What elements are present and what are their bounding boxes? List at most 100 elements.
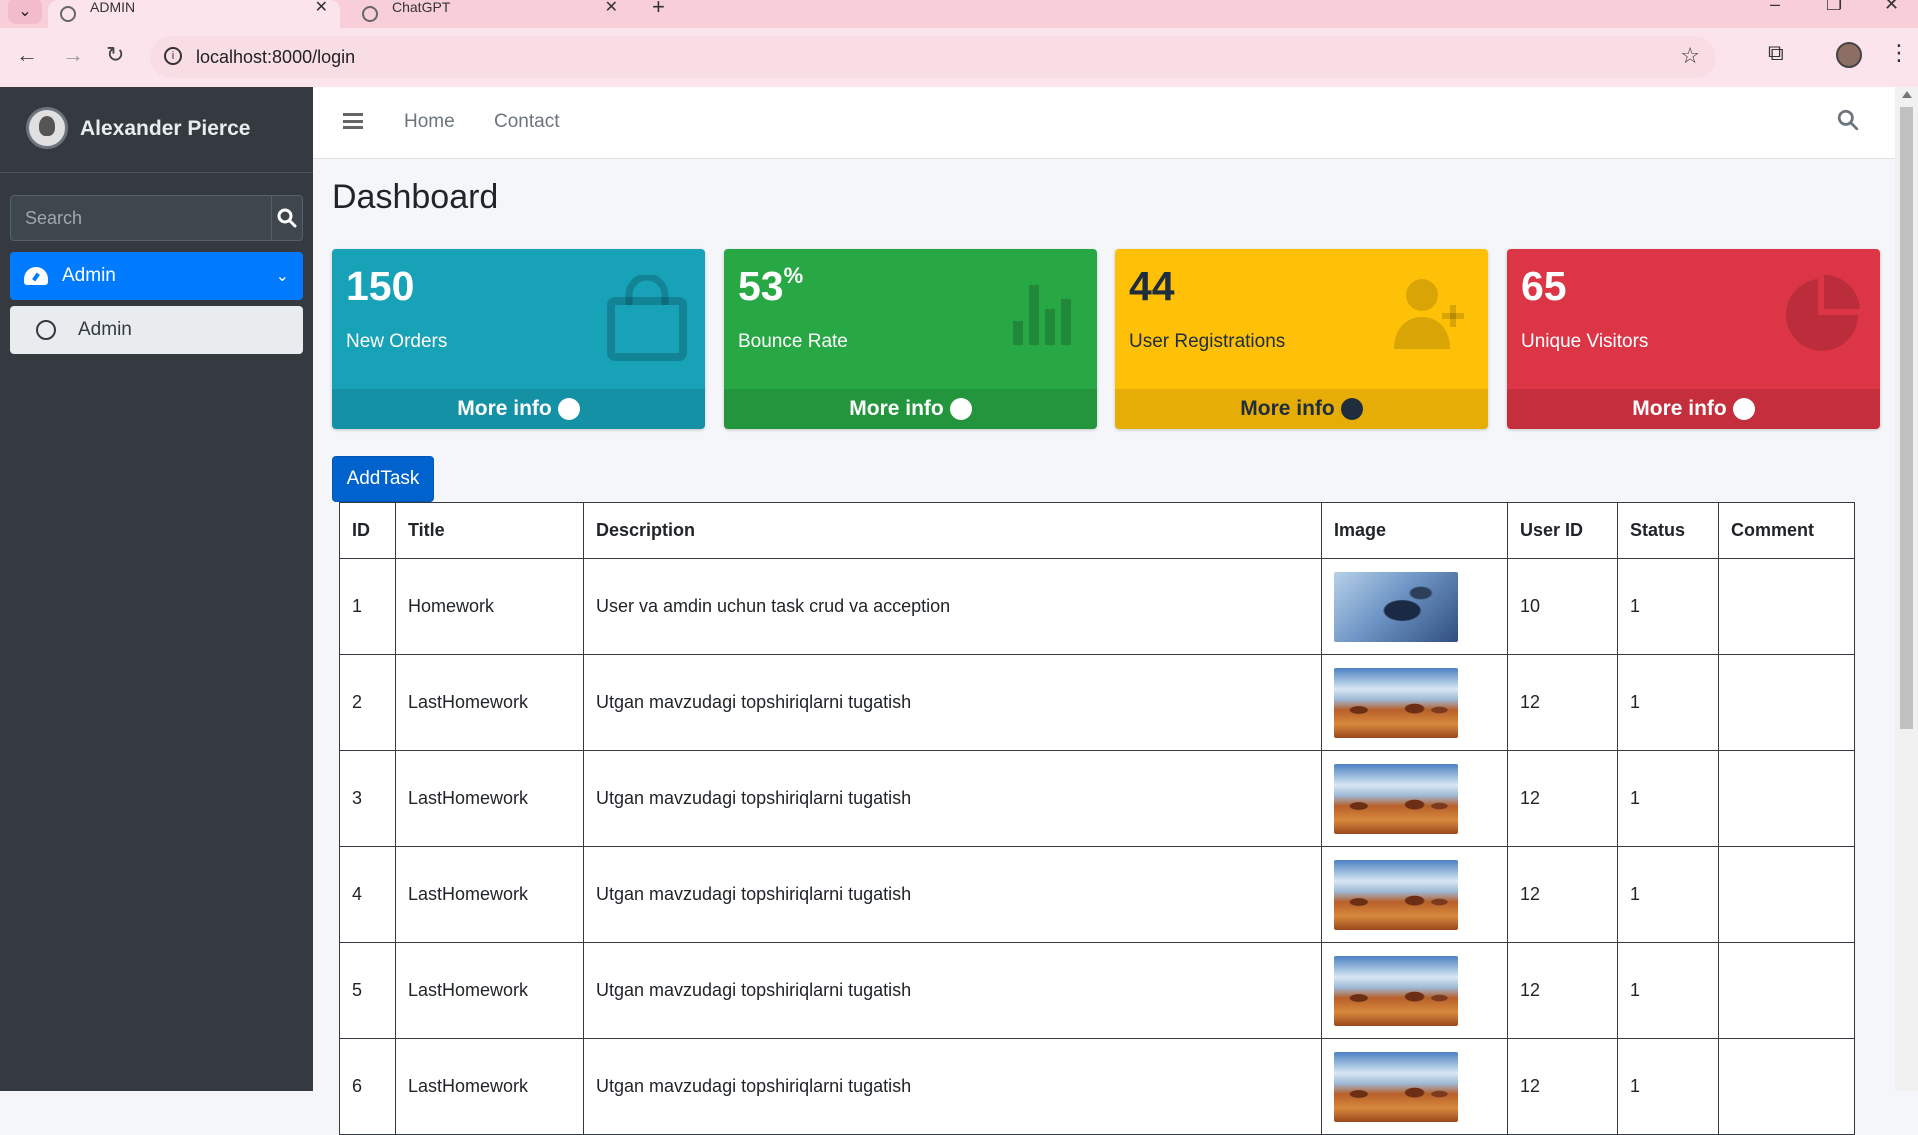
page-title: Dashboard: [332, 178, 499, 216]
cell-user-id: 12: [1507, 942, 1618, 1039]
table-row: 2 LastHomework Utgan mavzudagi topshiriq…: [339, 654, 1855, 751]
stat-box-unique-visitors: 65 Unique Visitors More info: [1507, 249, 1880, 429]
cell-image: [1321, 942, 1508, 1039]
cell-comment: [1718, 750, 1855, 847]
task-image[interactable]: [1334, 955, 1458, 1026]
arrow-circle-right-icon: [1340, 398, 1363, 420]
add-task-button[interactable]: AddTask: [332, 456, 434, 502]
cell-status: 1: [1617, 654, 1719, 751]
cell-user-id: 12: [1507, 750, 1618, 847]
sidebar-item-label: Admin: [62, 265, 116, 286]
more-info-link[interactable]: More info: [1115, 389, 1488, 429]
tab-search-button[interactable]: ⌄: [8, 0, 42, 24]
new-tab-icon[interactable]: +: [652, 0, 665, 20]
tab-admin[interactable]: ADMIN ✕: [48, 0, 340, 28]
user-name[interactable]: Alexander Pierce: [80, 117, 250, 141]
openai-icon: [362, 6, 378, 22]
close-icon[interactable]: ✕: [315, 0, 328, 17]
stat-label: New Orders: [346, 331, 448, 352]
task-image[interactable]: [1334, 763, 1458, 834]
cell-image: [1321, 846, 1508, 943]
sidebar-search-input[interactable]: [10, 195, 271, 241]
scroll-up-icon[interactable]: [1902, 91, 1912, 98]
more-info-link[interactable]: More info: [332, 389, 705, 429]
cell-status: 1: [1617, 846, 1719, 943]
hamburger-icon[interactable]: [343, 113, 363, 129]
column-header: Comment: [1718, 502, 1855, 559]
minimize-icon[interactable]: –: [1770, 0, 1780, 15]
stat-label: Unique Visitors: [1521, 331, 1649, 352]
cell-status: 1: [1617, 1038, 1719, 1135]
cell-id: 4: [339, 846, 396, 943]
shopping-bag-icon: [607, 275, 687, 361]
arrow-circle-right-icon: [1732, 398, 1755, 420]
menu-kebab-icon[interactable]: ⋮: [1888, 40, 1910, 66]
pie-chart-icon: [1786, 275, 1860, 351]
table-row: 3 LastHomework Utgan mavzudagi topshiriq…: [339, 750, 1855, 847]
url-text[interactable]: localhost:8000/login: [196, 47, 355, 68]
tachometer-icon: [24, 267, 48, 285]
cell-title: LastHomework: [395, 942, 584, 1039]
task-image[interactable]: [1334, 859, 1458, 930]
bookmark-star-icon[interactable]: ☆: [1680, 43, 1700, 69]
sidebar-search: [10, 195, 303, 241]
forward-icon[interactable]: →: [62, 42, 84, 68]
stat-value: 65: [1521, 263, 1567, 309]
cell-id: 5: [339, 942, 396, 1039]
cell-image: [1321, 558, 1508, 655]
window-close-icon[interactable]: ✕: [1884, 0, 1899, 15]
cell-title: LastHomework: [395, 750, 584, 847]
table-row: 5 LastHomework Utgan mavzudagi topshiriq…: [339, 942, 1855, 1039]
vertical-scrollbar[interactable]: [1895, 87, 1918, 1091]
user-plus-icon: [1394, 279, 1464, 349]
cell-image: [1321, 654, 1508, 751]
extensions-icon[interactable]: ⧉: [1768, 40, 1784, 66]
back-icon[interactable]: ←: [16, 42, 38, 68]
tab-title: ADMIN: [90, 0, 136, 15]
restore-icon[interactable]: ❐: [1826, 0, 1842, 15]
task-image[interactable]: [1334, 667, 1458, 738]
stat-box-bounce-rate: 53% Bounce Rate More info: [724, 249, 1097, 429]
address-bar[interactable]: i localhost:8000/login ☆: [150, 36, 1716, 78]
sidebar-subitem-admin[interactable]: Admin: [10, 306, 303, 354]
tab-strip: ⌄ ADMIN ✕ ChatGPT ✕ + – ❐ ✕: [0, 0, 1918, 28]
task-image[interactable]: [1334, 1051, 1458, 1122]
cell-comment: [1718, 942, 1855, 1039]
arrow-circle-right-icon: [557, 398, 580, 420]
circle-icon: [36, 320, 56, 340]
navbar-search-button[interactable]: [1837, 109, 1859, 136]
search-icon: [1837, 109, 1859, 131]
sidebar-item-admin[interactable]: Admin ⌄: [10, 252, 303, 300]
user-panel[interactable]: Alexander Pierce: [0, 87, 313, 173]
sidebar-search-button[interactable]: [271, 195, 303, 241]
search-icon: [277, 208, 297, 228]
nav-link-home[interactable]: Home: [404, 111, 455, 133]
stat-box-user-registrations: 44 User Registrations More info: [1115, 249, 1488, 429]
chevron-down-icon: ⌄: [18, 3, 32, 20]
arrow-circle-right-icon: [949, 398, 972, 420]
close-icon[interactable]: ✕: [605, 0, 618, 17]
cell-image: [1321, 1038, 1508, 1135]
cell-id: 1: [339, 558, 396, 655]
column-header: User ID: [1507, 502, 1618, 559]
cell-description: Utgan mavzudagi topshiriqlarni tugatish: [583, 1038, 1322, 1135]
browser-chrome: ⌄ ADMIN ✕ ChatGPT ✕ + – ❐ ✕ ← → ↻ i loca…: [0, 0, 1918, 87]
more-info-link[interactable]: More info: [1507, 389, 1880, 429]
scrollbar-thumb[interactable]: [1900, 107, 1913, 729]
avatar: [26, 107, 68, 149]
profile-avatar[interactable]: [1836, 42, 1862, 68]
cell-description: Utgan mavzudagi topshiriqlarni tugatish: [583, 654, 1322, 751]
table-row: 1 Homework User va amdin uchun task crud…: [339, 558, 1855, 655]
cell-description: Utgan mavzudagi topshiriqlarni tugatish: [583, 846, 1322, 943]
cell-id: 2: [339, 654, 396, 751]
cell-user-id: 12: [1507, 654, 1618, 751]
more-info-link[interactable]: More info: [724, 389, 1097, 429]
stat-box-new-orders: 150 New Orders More info: [332, 249, 705, 429]
task-image[interactable]: [1334, 571, 1458, 642]
reload-icon[interactable]: ↻: [106, 42, 124, 68]
stat-value: 150: [346, 263, 415, 309]
nav-link-contact[interactable]: Contact: [494, 111, 559, 133]
tab-chatgpt[interactable]: ChatGPT ✕: [350, 0, 630, 28]
site-info-icon[interactable]: i: [164, 47, 182, 65]
stat-value: 44: [1129, 263, 1175, 309]
